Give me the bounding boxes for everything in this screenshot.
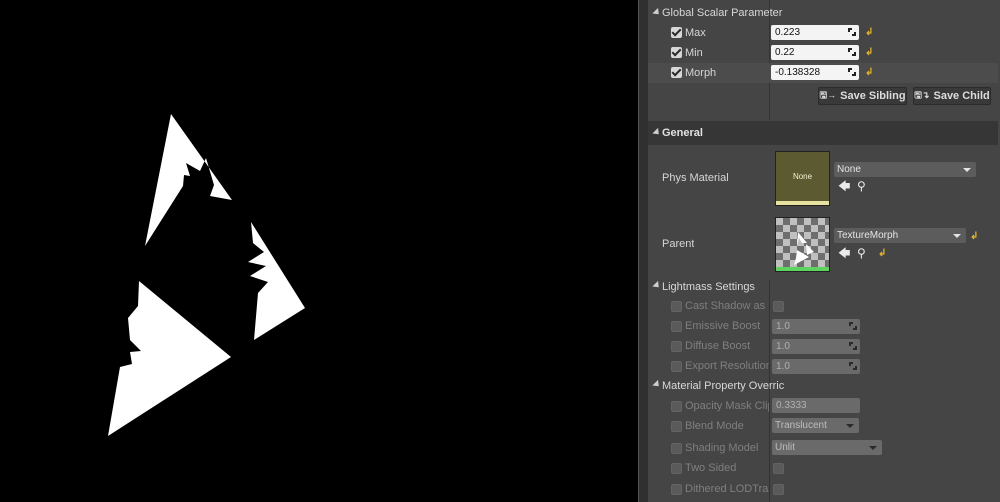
- emissive-boost-label: Emissive Boost: [685, 320, 761, 332]
- browse-magnifier-icon[interactable]: ⚲: [857, 180, 866, 192]
- triangle-shape-3: [108, 281, 231, 436]
- collapse-arrow-icon[interactable]: [652, 7, 662, 18]
- blend-mode-dropdown[interactable]: Translucent: [772, 418, 859, 433]
- morph-label: Morph: [685, 67, 717, 79]
- triangle-shape-2: [248, 222, 305, 340]
- thumbnail-type-bar: [776, 201, 829, 205]
- use-selected-arrow-icon[interactable]: 🡄: [838, 247, 850, 259]
- diffuse-boost-row: Diffuse Boost 1.0: [648, 336, 998, 356]
- chevron-down-icon: [846, 424, 854, 428]
- reset-arrow-icon[interactable]: ↲: [970, 232, 979, 242]
- max-value-field[interactable]: 0.223: [771, 25, 859, 40]
- phys-material-label: Phys Material: [662, 172, 729, 184]
- section-title: Lightmass Settings: [662, 280, 755, 293]
- opacity-mask-row: Opacity Mask Clip V 0.3333: [648, 396, 998, 416]
- chevron-down-icon: [869, 446, 877, 450]
- cast-shadow-row: Cast Shadow as Ma: [648, 296, 998, 316]
- collapse-arrow-icon[interactable]: [652, 280, 662, 291]
- export-resolution-label: Export Resolution Sc: [685, 360, 769, 372]
- min-value-field[interactable]: 0.22: [771, 45, 859, 60]
- param-row-max: Max 0.223 ↲: [648, 23, 998, 43]
- chevron-down-icon: [953, 234, 961, 238]
- export-resolution-override-checkbox[interactable]: [671, 361, 682, 372]
- drag-handle-icon[interactable]: [849, 322, 857, 330]
- two-sided-checkbox[interactable]: [773, 463, 784, 474]
- section-title: General: [662, 127, 703, 139]
- viewport-preview[interactable]: [0, 0, 638, 502]
- dithered-override-checkbox[interactable]: [671, 484, 682, 495]
- morph-checkbox[interactable]: [671, 67, 682, 78]
- section-title: Global Scalar Parameter: [662, 7, 783, 19]
- browse-magnifier-icon[interactable]: ⚲: [857, 247, 866, 259]
- blend-mode-override-checkbox[interactable]: [671, 421, 682, 432]
- save-icon: 🖫↴: [914, 90, 930, 100]
- emissive-boost-field[interactable]: 1.0: [772, 319, 860, 334]
- parent-thumbnail-shapes: [794, 232, 814, 265]
- export-resolution-row: Export Resolution Sc 1.0: [648, 356, 998, 376]
- thumbnail-caption: None: [792, 172, 813, 181]
- cast-shadow-checkbox[interactable]: [773, 301, 784, 312]
- global-scalar-header[interactable]: Global Scalar Parameter: [648, 4, 998, 22]
- drag-handle-icon[interactable]: [848, 68, 856, 76]
- drag-handle-icon[interactable]: [848, 48, 856, 56]
- emissive-boost-row: Emissive Boost 1.0: [648, 316, 998, 336]
- emissive-boost-override-checkbox[interactable]: [671, 321, 682, 332]
- save-child-button[interactable]: 🖫↴ Save Child: [913, 87, 991, 105]
- shading-model-row: Shading Model Unlit: [648, 438, 998, 458]
- save-icon: 🖫→: [819, 90, 837, 100]
- drag-handle-icon[interactable]: [849, 342, 857, 350]
- section-title: Material Property Overric: [662, 379, 785, 392]
- dithered-label: Dithered LODTransit: [685, 483, 769, 495]
- param-row-min: Min 0.22 ↲: [648, 43, 998, 63]
- dithered-row: Dithered LODTransit: [648, 479, 998, 499]
- reset-arrow-icon[interactable]: ↲: [865, 68, 874, 78]
- reset-arrow-icon[interactable]: ↲: [878, 249, 887, 259]
- shading-model-override-checkbox[interactable]: [671, 443, 682, 454]
- cast-shadow-label: Cast Shadow as Ma: [685, 300, 769, 312]
- material-override-header[interactable]: Material Property Overric: [648, 376, 998, 395]
- parent-label: Parent: [662, 238, 695, 250]
- max-label: Max: [685, 27, 706, 39]
- chevron-down-icon: [963, 168, 971, 172]
- two-sided-override-checkbox[interactable]: [671, 463, 682, 474]
- shading-model-label: Shading Model: [685, 442, 759, 454]
- two-sided-label: Two Sided: [685, 462, 737, 474]
- reset-arrow-icon[interactable]: ↲: [865, 28, 874, 38]
- morph-shapes: [108, 114, 305, 436]
- general-header[interactable]: General: [648, 121, 998, 145]
- opacity-mask-label: Opacity Mask Clip V: [685, 400, 769, 412]
- min-label: Min: [685, 47, 703, 59]
- save-sibling-button[interactable]: 🖫→ Save Sibling: [818, 87, 907, 105]
- diffuse-boost-field[interactable]: 1.0: [772, 339, 860, 354]
- blend-mode-row: Blend Mode Translucent: [648, 416, 998, 436]
- phys-material-thumbnail[interactable]: None: [775, 151, 830, 206]
- triangle-shape-1: [145, 114, 232, 246]
- diffuse-boost-label: Diffuse Boost: [685, 340, 751, 352]
- diffuse-boost-override-checkbox[interactable]: [671, 341, 682, 352]
- export-resolution-field[interactable]: 1.0: [772, 359, 860, 374]
- thumbnail-type-bar: [776, 267, 829, 271]
- phys-material-dropdown[interactable]: None: [834, 162, 976, 177]
- max-checkbox[interactable]: [671, 27, 682, 38]
- min-checkbox[interactable]: [671, 47, 682, 58]
- cast-shadow-override-checkbox[interactable]: [671, 301, 682, 312]
- collapse-arrow-icon[interactable]: [652, 127, 662, 138]
- opacity-mask-field[interactable]: 0.3333: [772, 398, 860, 413]
- drag-handle-icon[interactable]: [849, 362, 857, 370]
- use-selected-arrow-icon[interactable]: 🡄: [838, 180, 850, 192]
- param-row-morph: Morph -0.138328 ↲: [648, 63, 998, 83]
- opacity-mask-override-checkbox[interactable]: [671, 401, 682, 412]
- panel-splitter[interactable]: [638, 0, 648, 502]
- two-sided-row: Two Sided: [648, 458, 998, 478]
- collapse-arrow-icon[interactable]: [652, 379, 662, 390]
- dithered-checkbox[interactable]: [773, 484, 784, 495]
- lightmass-header[interactable]: Lightmass Settings: [648, 277, 998, 296]
- parent-thumbnail[interactable]: [775, 217, 830, 272]
- shading-model-dropdown[interactable]: Unlit: [772, 440, 882, 455]
- morph-value-field[interactable]: -0.138328: [771, 65, 859, 80]
- parent-dropdown[interactable]: TextureMorph: [834, 228, 966, 243]
- blend-mode-label: Blend Mode: [685, 420, 744, 432]
- drag-handle-icon[interactable]: [848, 28, 856, 36]
- reset-arrow-icon[interactable]: ↲: [865, 48, 874, 58]
